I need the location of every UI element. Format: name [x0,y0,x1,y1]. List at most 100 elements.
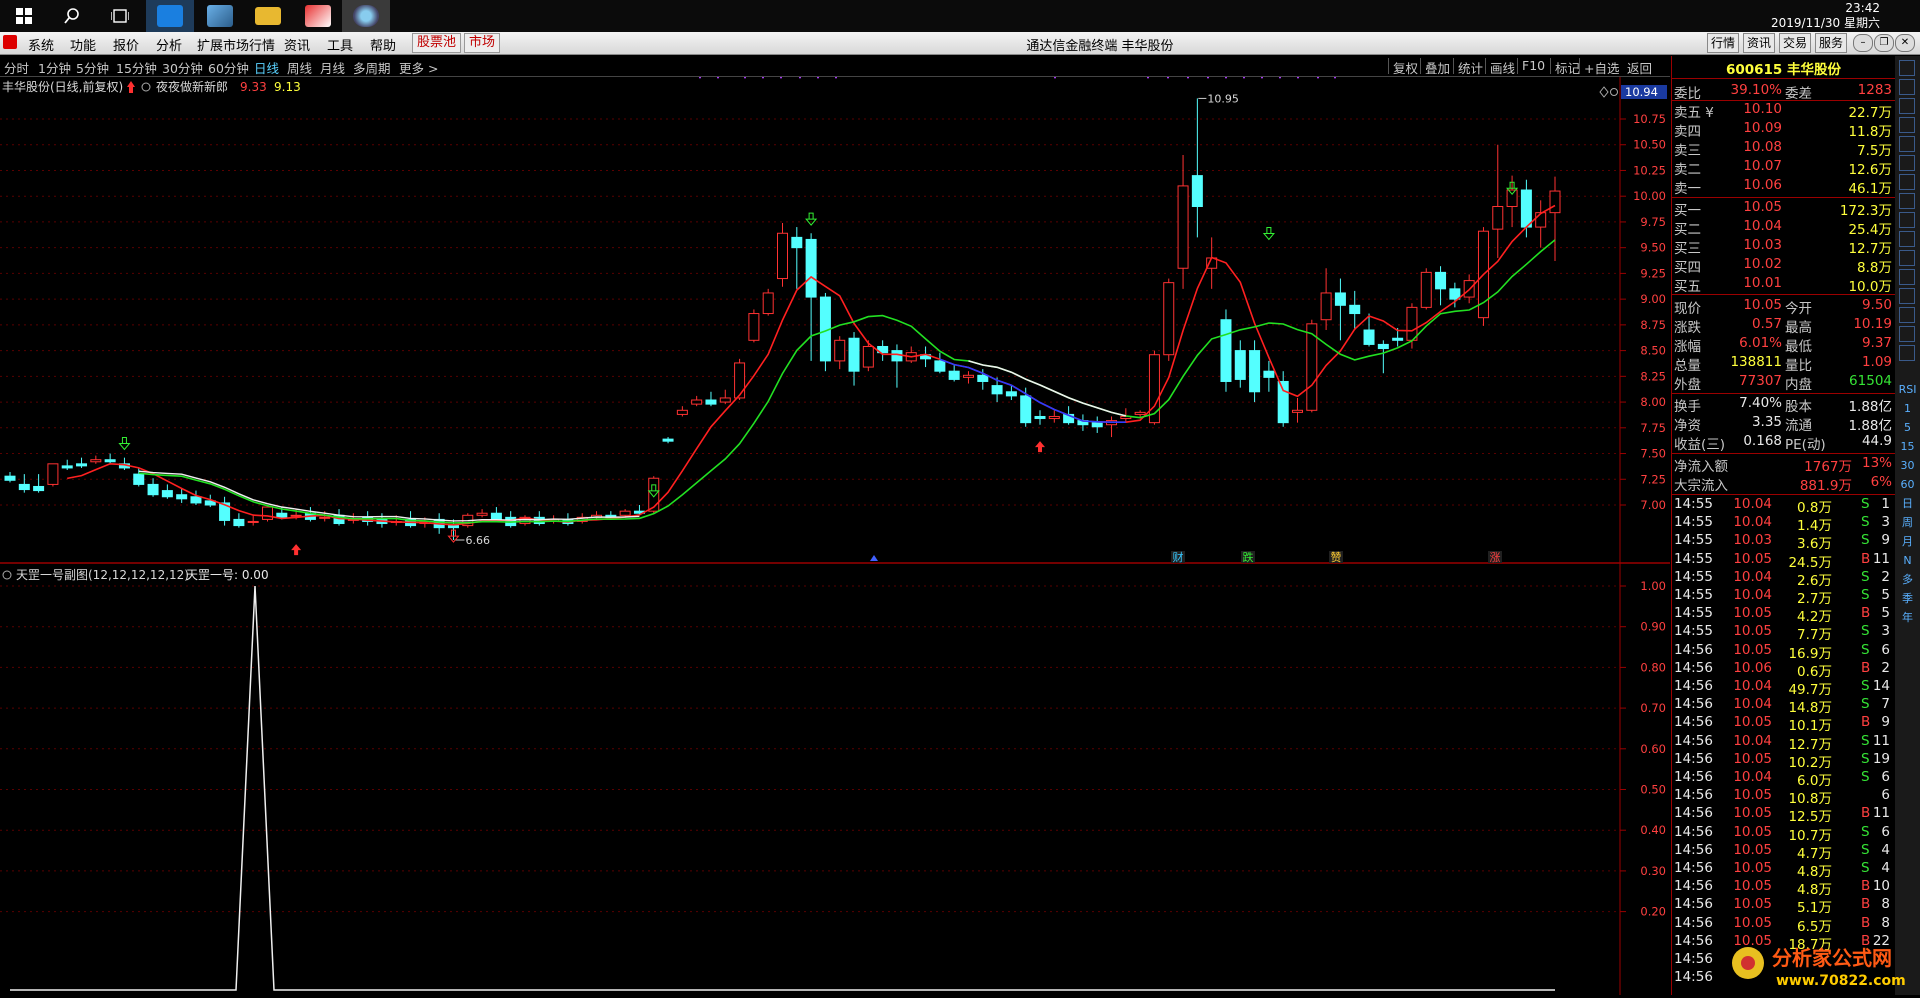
tick-row[interactable]: 14:55 10.03 3.6万 S 9 [1672,532,1895,552]
menu-analysis[interactable]: 分析 [156,35,182,54]
sidebar-label-4[interactable]: 30 [1898,457,1917,475]
book-icon[interactable] [1899,307,1915,323]
menu-market[interactable]: 市场 [464,33,501,53]
f10-icon[interactable] [1899,269,1915,285]
sidebar-label-0[interactable]: RSI [1898,381,1917,399]
taskbar-app-store-icon[interactable] [146,0,194,32]
tick-row[interactable]: 14:56 10.05 10.7万 S 6 [1672,824,1895,844]
circle-icon[interactable] [1899,326,1915,342]
btn-market[interactable]: 行情 [1707,33,1740,53]
tool-2[interactable]: 统计 [1458,58,1483,77]
sidebar-label-6[interactable]: 日 [1898,495,1917,513]
tick-row[interactable]: 14:56 10.04 49.7万 S 14 [1672,678,1895,698]
sidebar-label-3[interactable]: 15 [1898,438,1917,456]
tick-row[interactable]: 14:56 10.05 4.7万 S 4 [1672,842,1895,862]
tick-row[interactable]: 14:55 10.05 24.5万 B 11 [1672,551,1895,571]
period-2[interactable]: 5分钟 [76,58,109,77]
event-marker[interactable]: 涨 [1490,551,1501,564]
period-5[interactable]: 60分钟 [208,58,249,77]
table-icon[interactable] [1899,193,1915,209]
close-icon[interactable]: ✕ [1895,34,1915,52]
tick-row[interactable]: 14:56 10.05 10.8万 6 [1672,787,1895,807]
bar-icon[interactable] [1899,250,1915,266]
period-7[interactable]: 周线 [287,58,312,77]
tick-row[interactable]: 14:56 10.05 4.8万 S 4 [1672,860,1895,880]
period-1[interactable]: 1分钟 [38,58,71,77]
tick-row[interactable]: 14:56 10.05 5.1万 B 8 [1672,896,1895,916]
period-0[interactable]: 分时 [4,58,29,77]
pie-icon[interactable] [1899,212,1915,228]
period-3[interactable]: 15分钟 [116,58,157,77]
menu-help[interactable]: 帮助 [370,35,396,54]
tick-row[interactable]: 14:56 10.06 0.6万 B 2 [1672,660,1895,680]
tool-0[interactable]: 复权 [1393,58,1418,77]
event-marker[interactable]: 跌 [1243,550,1254,564]
menu-system[interactable]: 系统 [28,35,54,54]
sidebar-label-12[interactable]: 年 [1898,609,1917,627]
tick-row[interactable]: 14:55 10.04 1.4万 S 3 [1672,514,1895,534]
tool-7[interactable]: 返回 [1627,58,1652,77]
period-9[interactable]: 多周期 [353,58,391,77]
chart-line-icon[interactable] [1899,155,1915,171]
tick-row[interactable]: 14:55 10.04 0.8万 S 1 [1672,496,1895,516]
tick-row[interactable]: 14:55 10.05 4.2万 B 5 [1672,605,1895,625]
arrow-left-icon[interactable] [1899,60,1915,76]
period-8[interactable]: 月线 [320,58,345,77]
tick-row[interactable]: 14:55 10.04 2.7万 S 5 [1672,587,1895,607]
menu-stock-pool[interactable]: 股票池 [412,33,462,53]
tool-4[interactable]: F10 [1522,58,1545,73]
restore-icon[interactable]: ❐ [1874,34,1894,52]
gear-icon[interactable] [1899,345,1915,361]
tool-1[interactable]: 叠加 [1425,58,1450,77]
menu-quote[interactable]: 报价 [113,35,139,54]
menu-info[interactable]: 资讯 [284,35,310,54]
sidebar-label-5[interactable]: 60 [1898,476,1917,494]
kline-chart[interactable]: 10.75 10.50 10.25 10.00 9.75 9.50 9.25 9.00 8.75… [0,77,1670,995]
sidebar-label-2[interactable]: 5 [1898,419,1917,437]
candle-icon[interactable] [1899,174,1915,190]
taskbar-app-tdx-icon[interactable] [294,0,342,32]
list-icon[interactable] [1899,117,1915,133]
event-marker[interactable]: 赞 [1331,551,1342,564]
search-icon[interactable] [52,0,92,32]
tick-row[interactable]: 14:55 10.05 7.7万 S 3 [1672,623,1895,643]
btn-trade[interactable]: 交易 [1779,33,1812,53]
sidebar-label-9[interactable]: N [1898,552,1917,570]
tick-row[interactable]: 14:56 10.04 12.7万 S 11 [1672,733,1895,753]
menu-function[interactable]: 功能 [70,35,96,54]
calendar-icon[interactable] [1899,231,1915,247]
menu-tools[interactable]: 工具 [327,35,353,54]
sidebar-label-7[interactable]: 周 [1898,514,1917,532]
btn-news[interactable]: 资讯 [1743,33,1776,53]
taskbar-folder-icon[interactable] [244,0,292,32]
sidebar-label-8[interactable]: 月 [1898,533,1917,551]
tick-row[interactable]: 14:56 10.05 16.9万 S 6 [1672,642,1895,662]
period-6[interactable]: 日线 [254,58,279,77]
grid-icon[interactable] [1899,136,1915,152]
tool-3[interactable]: 画线 [1490,58,1515,77]
period-10[interactable]: 更多 > [399,58,438,77]
arrow-up-icon[interactable] [1899,79,1915,95]
sidebar-label-11[interactable]: 季 [1898,590,1917,608]
minimize-icon[interactable]: – [1853,34,1873,52]
bulb-icon[interactable] [1899,288,1915,304]
tick-row[interactable]: 14:56 10.04 6.0万 S 6 [1672,769,1895,789]
arrow-down-icon[interactable] [1899,98,1915,114]
event-marker[interactable]: 财 [1173,550,1184,564]
tick-row[interactable]: 14:56 10.05 6.5万 B 8 [1672,915,1895,935]
sidebar-label-1[interactable]: 1 [1898,400,1917,418]
period-4[interactable]: 30分钟 [162,58,203,77]
menu-extended-market[interactable]: 扩展市场行情 [197,35,275,54]
taskbar-app-notepad-icon[interactable] [196,0,244,32]
tick-row[interactable]: 14:56 10.04 14.8万 S 7 [1672,696,1895,716]
tool-5[interactable]: 标记 [1555,58,1580,77]
tick-row[interactable]: 14:55 10.04 2.6万 S 2 [1672,569,1895,589]
tool-6[interactable]: +自选 [1584,58,1619,77]
tick-row[interactable]: 14:56 10.05 10.2万 S 19 [1672,751,1895,771]
taskbar-clock[interactable]: 23:42 2019/11/30 星期六 [1730,0,1880,32]
taskbar-app-active-icon[interactable] [342,0,390,34]
tick-row[interactable]: 14:56 10.05 10.1万 B 9 [1672,714,1895,734]
btn-service[interactable]: 服务 [1815,33,1848,53]
task-view-icon[interactable] [100,0,140,32]
windows-start-icon[interactable] [4,0,44,32]
